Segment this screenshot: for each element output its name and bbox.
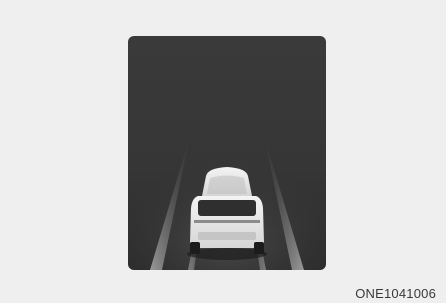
figure-code: ONE1041006 [355,286,436,301]
illustration-frame: ONE1041006 [0,0,446,303]
road-scene [128,36,326,270]
cluster-display [128,36,326,270]
